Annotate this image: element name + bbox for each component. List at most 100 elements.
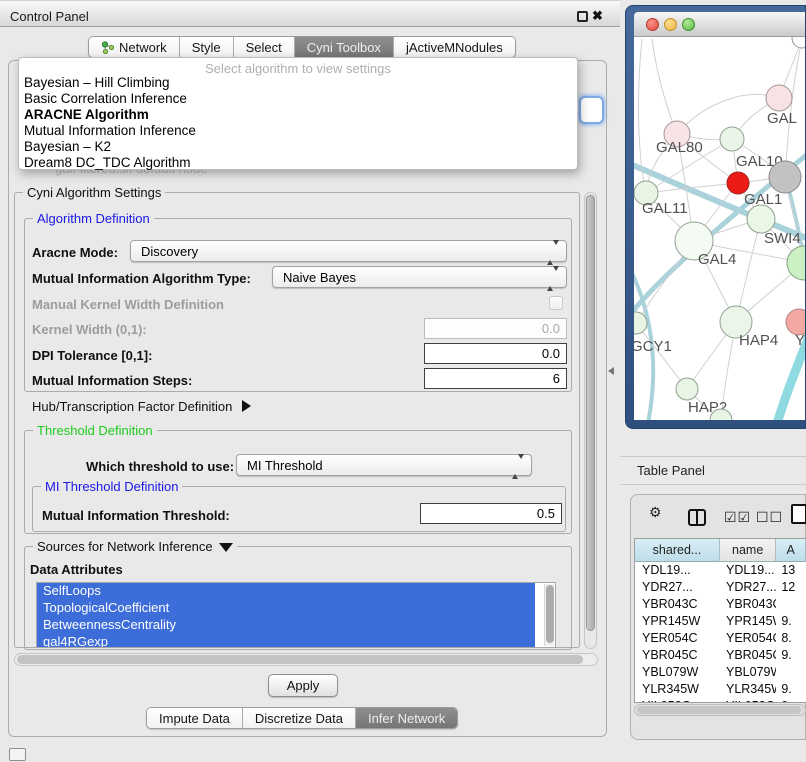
- algorithm-option-dream8-dc-tdc-algorithm[interactable]: Dream8 DC_TDC Algorithm: [19, 155, 577, 171]
- settings-horizontal-scrollbar[interactable]: [14, 653, 598, 666]
- table-row[interactable]: YDR27...YDR27...12: [635, 579, 806, 596]
- close-button[interactable]: [646, 18, 659, 31]
- table-cell: YBR043C: [635, 596, 720, 613]
- mi-steps-input[interactable]: 6: [424, 368, 567, 389]
- splitter-collapse-arrow[interactable]: [608, 367, 614, 375]
- table-row[interactable]: YBR045CYBR045C9.: [635, 647, 806, 664]
- stepper-arrows-icon: [512, 459, 524, 474]
- tab-jactivemnodules[interactable]: jActiveMNodules: [394, 37, 515, 57]
- table-cell: YBR045C: [635, 647, 720, 664]
- tab-network[interactable]: Network: [89, 37, 180, 57]
- collapsed-arrow-icon[interactable]: [242, 400, 251, 412]
- node-label: HAP4: [739, 332, 778, 349]
- tab-label: Impute Data: [159, 711, 230, 726]
- network-node-hap2[interactable]: [676, 378, 698, 400]
- algorithm-option-bayesian-k2[interactable]: Bayesian – K2: [19, 139, 577, 155]
- panel-dock-icon[interactable]: [9, 748, 26, 761]
- column-header[interactable]: shared...: [635, 539, 720, 562]
- algorithm-definition-legend: Algorithm Definition: [33, 211, 154, 226]
- aracne-mode-combo[interactable]: Discovery: [130, 240, 567, 262]
- new-column-icon[interactable]: [791, 504, 806, 524]
- control-panel-tabs: Network StyleSelectCyni Toolbox jActiveMNo…: [88, 36, 516, 58]
- aracne-mode-label: Aracne Mode:: [32, 245, 118, 260]
- mi-threshold-input[interactable]: 0.5: [420, 503, 562, 524]
- dpi-tolerance-input[interactable]: 0.0: [424, 343, 567, 364]
- network-node[interactable]: [769, 161, 801, 193]
- data-attribute-option-betweennesscentrality[interactable]: BetweennessCentrality: [37, 617, 535, 634]
- algorithm-option-bayesian-hill-climbing[interactable]: Bayesian – Hill Climbing: [19, 75, 577, 91]
- which-threshold-label: Which threshold to use:: [86, 459, 234, 474]
- zoom-button[interactable]: [682, 18, 695, 31]
- manual-kernel-checkbox[interactable]: [549, 296, 563, 310]
- node-label: GCY1: [634, 338, 672, 355]
- tab-label: Network: [119, 40, 167, 55]
- column-header[interactable]: A: [776, 539, 806, 562]
- table-cell: YPR145W: [720, 613, 776, 630]
- dpi-tolerance-label: DPI Tolerance [0,1]:: [32, 348, 152, 363]
- tab-select[interactable]: Select: [234, 37, 295, 57]
- table-row[interactable]: YBL079WYBL079W: [635, 664, 806, 681]
- algorithm-option-aracne-algorithm[interactable]: ARACNE Algorithm: [19, 107, 577, 123]
- data-attribute-option-topologicalcoefficient[interactable]: TopologicalCoefficient: [37, 600, 535, 617]
- table-row[interactable]: YPR145WYPR145W9.: [635, 613, 806, 630]
- table-row[interactable]: YDL19...YDL19...13: [635, 562, 806, 579]
- table-header-row: shared...nameA: [635, 539, 806, 562]
- tab-style[interactable]: Style: [180, 37, 234, 57]
- table-row[interactable]: YER054CYER054C8.: [635, 630, 806, 647]
- kernel-width-input[interactable]: 0.0: [424, 318, 567, 339]
- bottom-tabs: Impute Data Discretize Data Infer Network: [146, 707, 458, 729]
- tab-infer-network[interactable]: Infer Network: [356, 708, 457, 728]
- table-cell: YIL052C: [720, 698, 776, 703]
- network-graph[interactable]: GALGAL80GAL10GAL11GAL1SWI4GAL4GCY1HAP4YH…: [634, 37, 805, 420]
- horizontal-scrollbar-thumb[interactable]: [17, 655, 583, 664]
- focused-combo-fragment[interactable]: [579, 96, 604, 124]
- close-panel-icon[interactable]: ✖: [592, 8, 603, 24]
- tab-label: jActiveMNodules: [406, 40, 503, 55]
- mi-type-combo[interactable]: Naive Bayes: [272, 266, 567, 288]
- algorithm-option-mutual-information-inference[interactable]: Mutual Information Inference: [19, 123, 577, 139]
- gear-icon[interactable]: ⚙: [649, 504, 663, 521]
- network-node[interactable]: [792, 37, 805, 48]
- checked-pair-icon[interactable]: ☑☑: [724, 509, 751, 526]
- network-canvas[interactable]: GALGAL80GAL10GAL11GAL1SWI4GAL4GCY1HAP4YH…: [634, 37, 805, 420]
- data-attribute-option-selfloops[interactable]: SelfLoops: [37, 583, 535, 600]
- table-horizontal-scrollbar[interactable]: [634, 704, 806, 716]
- vertical-scrollbar-thumb[interactable]: [586, 195, 595, 631]
- table-cell: YPR145W: [635, 613, 720, 630]
- float-window-icon[interactable]: [577, 11, 588, 22]
- network-node-gal10[interactable]: [720, 127, 744, 151]
- network-node-gal[interactable]: [766, 85, 792, 111]
- data-attributes-label: Data Attributes: [30, 562, 123, 577]
- column-header[interactable]: name: [720, 539, 776, 562]
- tab-impute-data[interactable]: Impute Data: [147, 708, 243, 728]
- network-window-titlebar[interactable]: [634, 12, 805, 37]
- table-scrollbar-thumb[interactable]: [637, 706, 801, 714]
- tab-label: Discretize Data: [255, 711, 343, 726]
- split-columns-icon[interactable]: [688, 509, 706, 526]
- tab-discretize-data[interactable]: Discretize Data: [243, 708, 356, 728]
- tab-cyni-toolbox[interactable]: Cyni Toolbox: [295, 37, 394, 57]
- unchecked-pair-icon[interactable]: ☐☐: [756, 509, 783, 526]
- aracne-mode-value: Discovery: [141, 244, 198, 259]
- expanded-arrow-icon[interactable]: [219, 543, 233, 552]
- node-label: SWI4: [764, 230, 801, 247]
- settings-vertical-scrollbar[interactable]: [584, 192, 597, 649]
- network-icon: [101, 41, 114, 54]
- sources-legend[interactable]: Sources for Network Inference: [33, 539, 237, 554]
- node-label: Y: [795, 332, 805, 349]
- apply-button[interactable]: Apply: [268, 674, 338, 697]
- attribute-list-scrollbar[interactable]: [544, 584, 554, 646]
- table-row[interactable]: YIL052CYIL052C9: [635, 698, 806, 703]
- minimize-button[interactable]: [664, 18, 677, 31]
- network-node-gal1[interactable]: [747, 205, 775, 233]
- data-attributes-list[interactable]: SelfLoopsTopologicalCoefficientBetweenne…: [36, 582, 556, 648]
- which-threshold-combo[interactable]: MI Threshold: [236, 454, 532, 476]
- data-attribute-option-gal4rgexp[interactable]: gal4RGexp: [37, 634, 535, 648]
- table-cell: 9.: [776, 681, 806, 698]
- table-cell: 13: [776, 562, 806, 579]
- algorithm-option-basic-correlation-inference[interactable]: Basic Correlation Inference: [19, 91, 577, 107]
- table-row[interactable]: YBR043CYBR043C: [635, 596, 806, 613]
- hub-definition-toggle[interactable]: Hub/Transcription Factor Definition: [32, 399, 251, 414]
- table-row[interactable]: YLR345WYLR345W9.: [635, 681, 806, 698]
- node-label: GAL4: [698, 251, 736, 268]
